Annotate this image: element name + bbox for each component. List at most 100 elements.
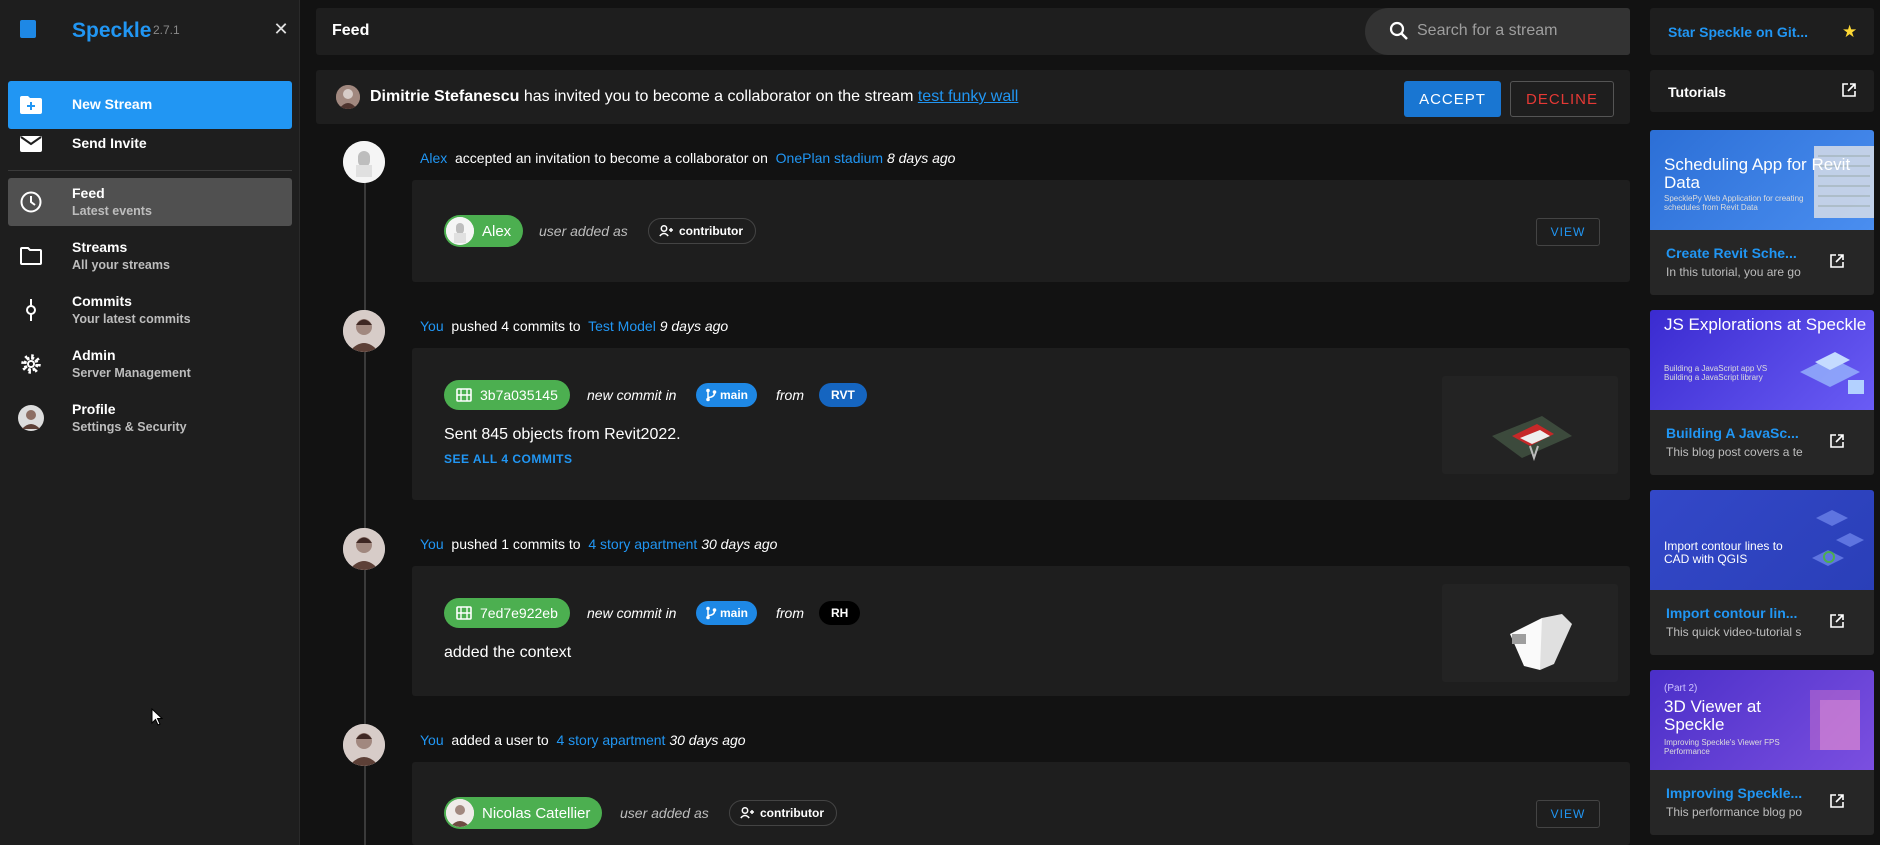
feed-toolbar: Feed [316,8,1630,55]
tutorial-image: (Part 2) 3D Viewer at Speckle Improving … [1650,670,1874,770]
from-text: from [776,605,804,621]
stream-link[interactable]: OnePlan stadium [776,150,883,166]
tutorial-card[interactable]: (Part 2) 3D Viewer at Speckle Improving … [1650,670,1874,835]
source-app: RH [831,606,849,620]
user-role-icon [740,807,754,819]
sidebar: Speckle 2.7.1 ✕ New Stream Send Invite F… [0,0,300,845]
decline-button[interactable]: DECLINE [1510,81,1614,117]
stream-link[interactable]: 4 story apartment [588,536,697,552]
sidebar-item-label: Commits [72,293,132,309]
stream-link[interactable]: Test Model [588,318,656,334]
branch-icon [706,606,717,620]
event-card: Alex user added as contributor VIEW [412,180,1630,282]
event-card: 3b7a035145 new commit in main from RVT S… [412,348,1630,500]
commit-id-chip[interactable]: 3b7a035145 [444,380,570,410]
app-version: 2.7.1 [153,23,180,37]
actor-link[interactable]: You [420,318,444,334]
sidebar-item-feed[interactable]: Feed Latest events [8,178,292,226]
stream-link[interactable]: 4 story apartment [556,732,665,748]
event-heading: You added a user to 4 story apartment 30… [420,732,746,748]
tutorial-title[interactable]: Building A JavaSc... [1666,425,1826,441]
view-button[interactable]: VIEW [1536,800,1600,828]
search-input[interactable] [1417,18,1617,44]
branch-icon [706,388,717,402]
tutorial-desc: In this tutorial, you are go [1666,265,1801,279]
open-external-icon[interactable] [1830,434,1844,453]
role-label: contributor [679,224,743,238]
tutorial-card[interactable]: Scheduling App for Revit Data SpecklePy … [1650,130,1874,295]
new-commit-text: new commit in [587,387,677,403]
tutorial-card[interactable]: JS Explorations at Speckle Building a Ja… [1650,310,1874,475]
view-button[interactable]: VIEW [1536,218,1600,246]
invite-text: has invited you to become a collaborator… [523,88,914,105]
sidebar-item-admin[interactable]: Admin Server Management [8,340,292,388]
tutorial-desc: This performance blog po [1666,805,1803,819]
actor-link[interactable]: You [420,732,444,748]
tutorial-image-title: JS Explorations at Speckle [1664,315,1867,334]
invite-stream-link[interactable]: test funky wall [918,88,1018,105]
commit-icon [456,606,472,620]
sidebar-item-sublabel: Latest events [72,204,152,218]
tutorial-card[interactable]: Import contour lines to CAD with QGIS Im… [1650,490,1874,655]
tutorial-title[interactable]: Create Revit Sche... [1666,245,1826,261]
page-title: Feed [332,22,370,39]
new-commit-text: new commit in [587,605,677,621]
invite-banner: Dimitrie Stefanescu has invited you to b… [316,70,1630,124]
accept-button[interactable]: ACCEPT [1404,81,1501,117]
sidebar-item-label: Admin [72,347,116,363]
brand-header: Speckle 2.7.1 ✕ [0,0,300,62]
profile-avatar [18,405,44,431]
commit-preview-image[interactable] [1442,376,1618,474]
app-name: Speckle [72,19,152,42]
stream-search[interactable] [1365,8,1630,55]
star-icon: ★ [1842,22,1858,41]
sidebar-item-send-invite[interactable]: Send Invite [8,120,292,168]
actor-link[interactable]: You [420,536,444,552]
user-name: Nicolas Catellier [482,804,591,822]
avatar [343,141,385,183]
event-time: 8 days ago [886,150,956,166]
sidebar-item-profile[interactable]: Profile Settings & Security [8,394,292,442]
speckle-logo-icon [20,20,36,38]
user-name: Alex [482,222,512,240]
tutorial-desc: This quick video-tutorial s [1666,625,1802,639]
tutorial-title[interactable]: Improving Speckle... [1666,785,1826,801]
mail-icon [18,132,44,156]
open-external-icon[interactable] [1830,614,1844,633]
commit-preview-image[interactable] [1442,584,1618,682]
branch-chip[interactable]: main [696,601,758,625]
tutorial-image: JS Explorations at Speckle Building a Ja… [1650,310,1874,410]
invite-message: Dimitrie Stefanescu has invited you to b… [370,88,1018,106]
sidebar-item-label: Streams [72,239,128,255]
open-external-icon[interactable] [1830,254,1844,273]
sidebar-item-sublabel: Your latest commits [72,312,191,326]
added-as-text: user added as [620,805,709,821]
sidebar-divider [8,170,292,171]
open-external-icon[interactable] [1830,794,1844,813]
add-folder-icon [18,93,44,117]
commit-id-chip[interactable]: 7ed7e922eb [444,598,570,628]
star-on-github-card[interactable]: Star Speckle on Git... ★ [1650,8,1874,55]
event-heading: You pushed 4 commits to Test Model 9 day… [420,318,728,334]
user-chip[interactable]: Nicolas Catellier [444,797,603,829]
search-icon [1389,21,1409,41]
tutorials-header[interactable]: Tutorials [1650,70,1874,112]
event-action: accepted an invitation to become a colla… [455,150,768,166]
actor-link[interactable]: Alex [420,150,447,166]
source-app-chip: RVT [819,383,867,407]
user-chip[interactable]: Alex [444,215,524,247]
sidebar-item-streams[interactable]: Streams All your streams [8,232,292,280]
event-time: 30 days ago [669,732,746,748]
branch-chip[interactable]: main [696,383,758,407]
tutorials-title: Tutorials [1668,84,1727,100]
folder-icon [18,244,44,268]
tutorial-title[interactable]: Import contour lin... [1666,605,1826,621]
close-sidebar-icon[interactable]: ✕ [272,20,290,38]
event-time: 30 days ago [701,536,778,552]
sidebar-item-commits[interactable]: Commits Your latest commits [8,286,292,334]
avatar [343,724,385,766]
commit-message: added the context [444,644,572,661]
event-heading: Alex accepted an invitation to become a … [420,150,955,166]
tutorial-image-title: Import contour lines to CAD with QGIS [1664,539,1783,566]
see-all-commits-link[interactable]: SEE ALL 4 COMMITS [444,452,573,466]
